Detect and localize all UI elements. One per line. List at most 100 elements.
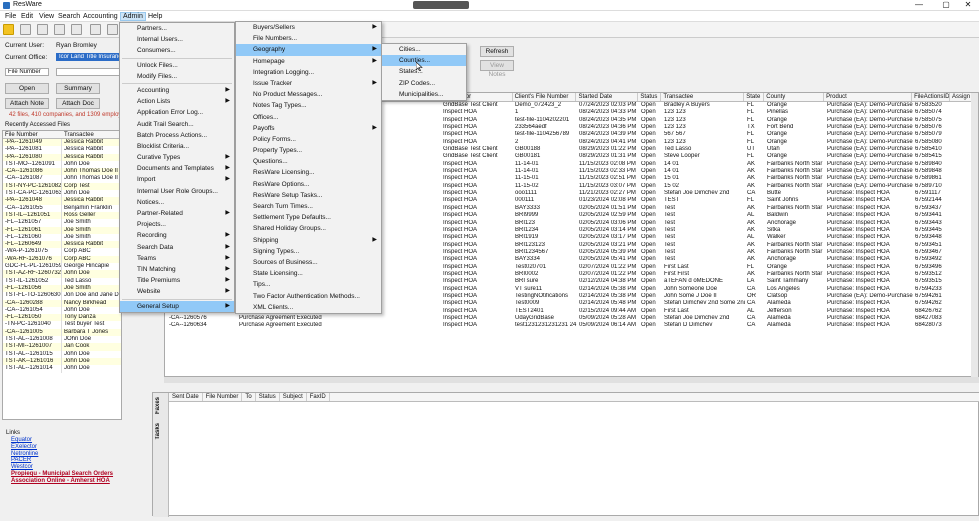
summary-button[interactable]: Summary — [56, 83, 100, 94]
view-notes-button[interactable]: View Notes — [480, 60, 514, 78]
save-icon[interactable] — [107, 24, 118, 35]
table-row[interactable]: -PA--1261080 Jessica Rabbit — [3, 153, 121, 161]
column-header[interactable]: State — [744, 93, 765, 101]
menu-item[interactable]: Search Turn Times... — [236, 201, 381, 212]
search-mode-select[interactable]: File Number — [5, 68, 49, 76]
column-header[interactable]: Subject — [280, 393, 307, 401]
menu-item[interactable]: No Product Messages... — [236, 89, 381, 100]
table-row[interactable]: -CA--1261086 John Thomas Doe II — [3, 168, 121, 176]
menu-item[interactable]: Shared Holiday Groups... — [236, 223, 381, 234]
table-row[interactable]: -CA--1260288 Nancy Birkhead — [3, 299, 121, 307]
table-row[interactable]: TST-AL--1261008 JOhn Doe — [3, 336, 121, 344]
menu-item[interactable]: Sources of Business... — [236, 257, 381, 268]
table-row[interactable]: -TN-PC-1261040 Test buyer Test — [3, 321, 121, 329]
table-row[interactable]: GDC-FL-PL-1261059 George Hincapie — [3, 263, 121, 271]
grid-vertical-scrollbar[interactable] — [971, 93, 978, 377]
tab-tasks[interactable]: Tasks — [155, 423, 161, 440]
column-header[interactable]: County — [764, 93, 825, 101]
menu-item[interactable]: Notices... — [120, 197, 234, 208]
menu-edit[interactable]: Edit — [19, 12, 35, 21]
menu-item[interactable]: Tips... — [236, 279, 381, 290]
menu-item[interactable]: Action Lists ▶ — [120, 96, 234, 107]
table-row[interactable]: TST-NY-PC-1261082 Corp Test — [3, 182, 121, 191]
table-row[interactable]: TST-IL-1261052 Ted Lasso — [3, 277, 121, 285]
menu-item[interactable]: Geography ▶ — [236, 44, 381, 56]
menu-item[interactable]: Property Types... — [236, 145, 381, 156]
menu-help[interactable]: Help — [146, 12, 164, 21]
table-row[interactable]: TST-AL--1261015 John Doe — [3, 350, 121, 358]
menu-item[interactable]: ZIP Codes... — [382, 78, 466, 89]
menu-item[interactable]: ResWare Setup Tasks... — [236, 190, 381, 201]
open-button[interactable]: Open — [5, 83, 49, 94]
menu-item[interactable]: Accounting ▶ — [120, 85, 234, 96]
menu-item[interactable]: Search Data ▶ — [120, 242, 234, 253]
column-header-transactee[interactable]: Transactee — [62, 131, 121, 138]
menu-item[interactable]: Projects... — [120, 219, 234, 230]
menu-item[interactable]: Teams ▶ — [120, 253, 234, 264]
current-office-select[interactable]: Icor Land Title Insurance — [56, 53, 120, 61]
link-item[interactable]: Association Online - Amherst HOA — [2, 478, 150, 485]
column-header[interactable]: Sent Date — [169, 393, 203, 401]
menu-item[interactable]: Municipalities... — [382, 89, 466, 100]
folder-icon[interactable] — [20, 24, 31, 35]
menu-item[interactable]: Buyers/Sellers ▶ — [236, 22, 381, 33]
menu-item[interactable]: General Setup ▶ — [120, 300, 234, 312]
menu-item[interactable]: Notes Tag Types... — [236, 100, 381, 111]
table-row[interactable]: TST-MO--1261091 John Doe — [3, 160, 121, 169]
link-item[interactable]: Equator — [2, 437, 150, 444]
table-row[interactable]: -FL--1261061 Joe Smith — [3, 226, 121, 234]
column-header[interactable]: Status — [256, 393, 280, 401]
home-icon[interactable] — [3, 24, 14, 35]
table-row[interactable]: -PA--1261081 Jessica Rabbit — [3, 146, 121, 154]
link-item[interactable]: Netronline — [2, 451, 150, 458]
menu-item[interactable]: Signing Types... — [236, 246, 381, 257]
column-header[interactable]: Status — [638, 93, 662, 101]
link-item[interactable]: Westcor — [2, 464, 150, 471]
attach-doc-button[interactable]: Attach Doc — [56, 98, 100, 109]
menu-item[interactable]: Website ▶ — [120, 286, 234, 297]
column-header[interactable]: Product — [824, 93, 913, 101]
table-row[interactable]: TST-CA-PC-1261063 John Doe — [3, 190, 121, 198]
menu-item[interactable]: Internal Users... — [120, 34, 234, 45]
maximize-icon[interactable]: ▢ — [936, 0, 956, 10]
menu-admin[interactable]: Admin — [120, 12, 146, 21]
menu-view[interactable]: View — [37, 12, 56, 21]
refresh-button[interactable]: Refresh — [480, 46, 514, 57]
window-handle[interactable] — [413, 1, 469, 9]
menu-item[interactable]: Unlock Files... — [120, 60, 234, 71]
menu-item[interactable]: XML Clients... — [236, 302, 381, 313]
menu-item[interactable]: ResWare Licensing... — [236, 167, 381, 178]
menu-item[interactable]: TIN Matching ▶ — [120, 264, 234, 275]
table-row[interactable]: -FL--1261056 Joe Smith — [3, 284, 121, 293]
menu-item[interactable]: Blocklist Criteria... — [120, 141, 234, 152]
attach-note-button[interactable]: Attach Note — [5, 98, 49, 109]
table-row[interactable]: -CA--1260576 Purchase Agreement Executed I… — [165, 315, 978, 322]
grid-horizontal-scrollbar[interactable] — [164, 377, 979, 383]
menu-item[interactable]: Internal User Role Groups... — [120, 186, 234, 197]
table-row[interactable]: -FL--1261057 Joe Smith — [3, 219, 121, 227]
menu-item[interactable]: Partner-Related ▶ — [120, 208, 234, 219]
printer-icon[interactable] — [54, 24, 65, 35]
table-row[interactable]: TST-AK--1261016 John Doe — [3, 357, 121, 366]
menu-item[interactable]: Application Error Log... — [120, 107, 234, 118]
table-row[interactable]: -FL--1261060 Joe Smith — [3, 233, 121, 242]
menu-item[interactable]: Consumers... — [120, 45, 234, 56]
menu-item[interactable]: Curative Types ▶ — [120, 152, 234, 163]
link-item[interactable]: EXelector — [2, 444, 150, 451]
table-row[interactable]: TST-IL--1261051 Ross Geller — [3, 211, 121, 220]
table-row[interactable]: TST-AZ-RF-1260732 John Doe — [3, 270, 121, 278]
table-row[interactable]: -CA--1261087 John Thomas Doe II — [3, 175, 121, 183]
menu-item[interactable]: Cities... — [382, 44, 466, 55]
minimize-icon[interactable]: — — [909, 0, 929, 10]
column-header[interactable]: Transactee — [661, 93, 745, 101]
menu-item[interactable]: Shipping ▶ — [236, 235, 381, 246]
menu-item[interactable]: Homepage ▶ — [236, 56, 381, 67]
menu-item[interactable]: Batch Process Actions... — [120, 130, 234, 141]
column-header[interactable]: To — [242, 393, 256, 401]
tab-faxes[interactable]: Faxes — [155, 397, 161, 414]
menu-search[interactable]: Search — [56, 12, 82, 21]
menu-file[interactable]: File — [3, 12, 18, 21]
table-row[interactable]: -WA-RF-1261076 Corp ABC — [3, 255, 121, 264]
menu-item[interactable]: States... — [382, 66, 466, 77]
table-row[interactable]: -CA--1260634 Purchase Agreement Executed I… — [165, 322, 978, 329]
